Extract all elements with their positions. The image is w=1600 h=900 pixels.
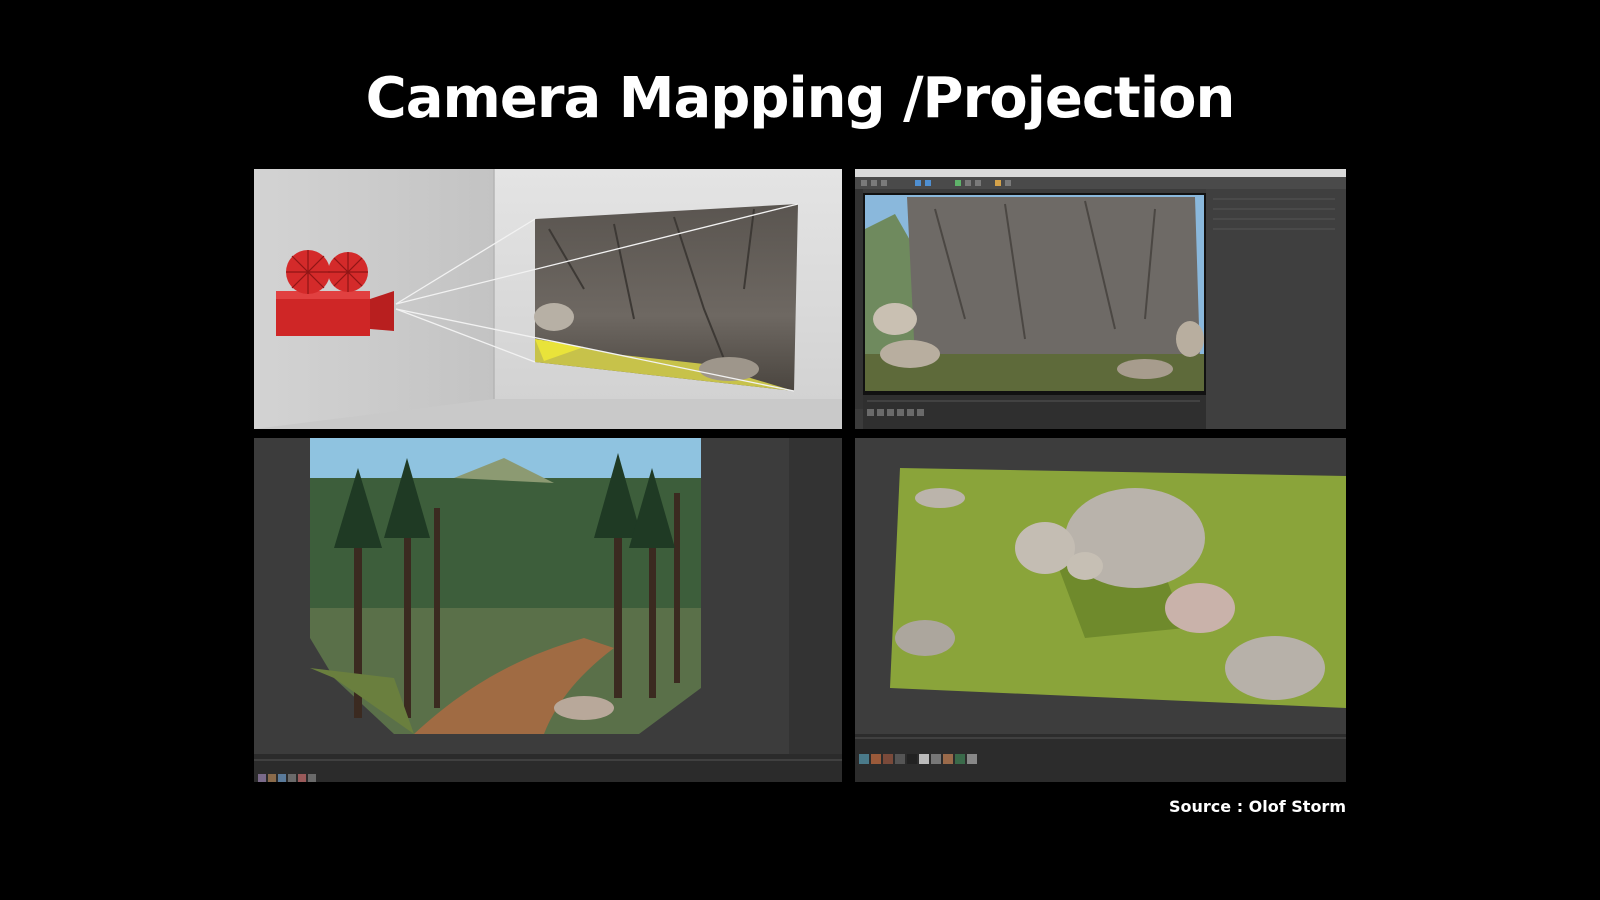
forest-scene-render — [310, 438, 701, 734]
meadow-rocks-screenshot — [855, 438, 1346, 782]
meadow-scene-render — [890, 468, 1346, 708]
forest-projection-screenshot — [254, 438, 842, 782]
projected-rock-image — [534, 204, 798, 391]
camera-projection-diagram — [254, 169, 842, 429]
rock-viewport-screenshot — [855, 169, 1346, 429]
rock-scene-render — [865, 195, 1204, 391]
slide-title: Camera Mapping /Projection — [365, 66, 1236, 131]
source-credit: Source : Olof Storm — [1168, 797, 1346, 816]
